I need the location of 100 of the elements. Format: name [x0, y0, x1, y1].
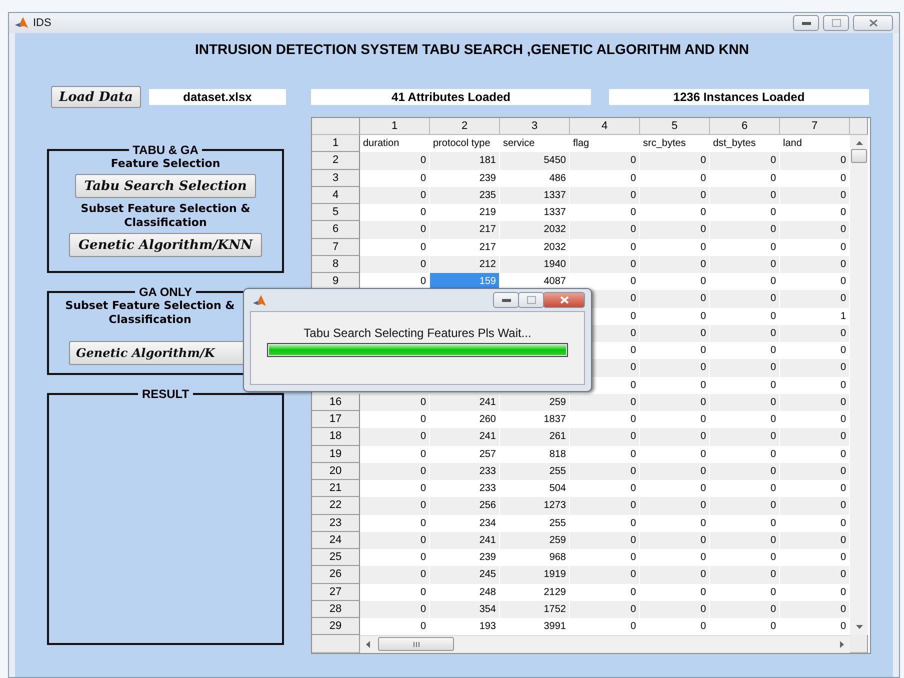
row-header: 8 — [312, 256, 360, 273]
table-cell: 0 — [710, 221, 780, 238]
close-button[interactable] — [543, 292, 585, 308]
table-cell: 0 — [360, 532, 430, 549]
horizontal-scrollbar[interactable] — [360, 635, 850, 652]
close-button[interactable] — [853, 15, 893, 31]
table-cell: 0 — [360, 221, 430, 238]
vertical-scrollbar[interactable] — [850, 135, 868, 636]
minimize-icon — [502, 298, 510, 302]
table-cell: 1752 — [500, 600, 570, 618]
column-header: 4 — [570, 118, 640, 135]
column-header: 3 — [500, 118, 570, 135]
table-cell: 0 — [710, 532, 780, 549]
table-cell: 0 — [570, 221, 640, 238]
table-cell: 0 — [640, 256, 710, 273]
app-icon — [15, 17, 28, 29]
table-cell: 0 — [780, 600, 850, 618]
table-cell: 245 — [430, 566, 500, 584]
file-name-field: dataset.xlsx — [149, 89, 286, 105]
minimize-button[interactable] — [493, 292, 519, 308]
scroll-thumb[interactable] — [378, 637, 454, 652]
app-heading: INTRUSION DETECTION SYSTEM TABU SEARCH ,GENETIC ALGORITHM AND KNN — [194, 41, 750, 59]
table-cell: 0 — [570, 428, 640, 446]
scroll-down-icon — [856, 625, 862, 630]
column-header: 7 — [780, 118, 850, 135]
table-cell: 0 — [360, 600, 430, 618]
row-header: 3 — [312, 170, 360, 187]
table-corner — [312, 118, 360, 135]
table-cell: 0 — [710, 256, 780, 273]
close-icon — [868, 19, 878, 27]
table-cell: 0 — [640, 394, 710, 411]
table-cell: 0 — [360, 566, 430, 584]
table-cell: 0 — [360, 497, 430, 514]
table-cell: 181 — [430, 152, 500, 170]
table-cell: 0 — [640, 324, 710, 342]
table-cell: 0 — [710, 324, 780, 342]
row-header: 17 — [312, 411, 360, 428]
table-cell: 0 — [780, 566, 850, 584]
close-icon — [560, 296, 568, 304]
row-header: 16 — [312, 394, 360, 411]
table-cell: 0 — [640, 600, 710, 618]
row-header: 7 — [312, 238, 360, 256]
table-cell: 241 — [430, 532, 500, 549]
column-header: 1 — [360, 118, 430, 135]
table-cell: 0 — [570, 497, 640, 514]
minimize-button[interactable] — [793, 15, 819, 31]
table-cell: 0 — [360, 186, 430, 204]
table-cell: 255 — [500, 462, 570, 480]
table-cell: 0 — [710, 566, 780, 584]
table-cell: 0 — [780, 394, 850, 411]
row-header: 6 — [312, 221, 360, 238]
progress-message: Tabu Search Selecting Features Pls Wait... — [304, 326, 532, 340]
load-data-button[interactable]: Load Data — [51, 86, 141, 108]
row-header: 22 — [312, 497, 360, 514]
table-cell: 354 — [430, 600, 500, 618]
table-cell: 233 — [430, 462, 500, 480]
table-cell: 0 — [360, 428, 430, 446]
table-cell: 0 — [780, 359, 850, 376]
panel-title: TABU & GA — [132, 143, 200, 157]
table-cell: 261 — [500, 428, 570, 446]
row-header: 19 — [312, 446, 360, 463]
action-button[interactable]: Tabu Search Selection — [75, 174, 256, 198]
table-cell: 0 — [780, 532, 850, 549]
table-cell: 0 — [360, 256, 430, 273]
table-cell: 0 — [780, 497, 850, 514]
instances-field: 1236 Instances Loaded — [609, 89, 869, 105]
row-header: 18 — [312, 428, 360, 446]
panel-label: Feature Selection — [110, 157, 220, 171]
row-header: 25 — [312, 549, 360, 566]
row-header: 4 — [312, 186, 360, 204]
minimize-icon — [802, 22, 810, 24]
table-cell: 0 — [780, 324, 850, 342]
table-cell: 259 — [500, 394, 570, 411]
table-cell: 0 — [360, 462, 430, 480]
table-cell: 0 — [640, 462, 710, 480]
table-cell: 0 — [570, 566, 640, 584]
table-cell: 212 — [430, 256, 500, 273]
row-header: 26 — [312, 566, 360, 584]
table-cell: 0 — [570, 462, 640, 480]
table-cell: 0 — [780, 428, 850, 446]
table-cell: 0 — [640, 290, 710, 308]
table-cell: 0 — [640, 186, 710, 204]
table-cell: 0 — [360, 152, 430, 170]
table-cell: 259 — [500, 532, 570, 549]
table-cell: 1940 — [500, 256, 570, 273]
row-header: 1 — [312, 135, 360, 152]
scroll-thumb[interactable] — [851, 149, 867, 163]
row-header: 23 — [312, 514, 360, 532]
row-header: 28 — [312, 600, 360, 618]
table-cell: 0 — [640, 532, 710, 549]
column-header: 6 — [710, 118, 780, 135]
table-cell: 1919 — [500, 566, 570, 584]
row-header: 5 — [312, 204, 360, 222]
action-button[interactable]: Genetic Algorithm/KNN — [69, 233, 262, 257]
table-cell: 1337 — [500, 186, 570, 204]
panel-title: GA ONLY — [138, 285, 194, 299]
table-cell: 0 — [570, 600, 640, 618]
table-cell: 0 — [570, 186, 640, 204]
scroll-left-icon — [366, 640, 370, 648]
table-cell: 217 — [430, 221, 500, 238]
